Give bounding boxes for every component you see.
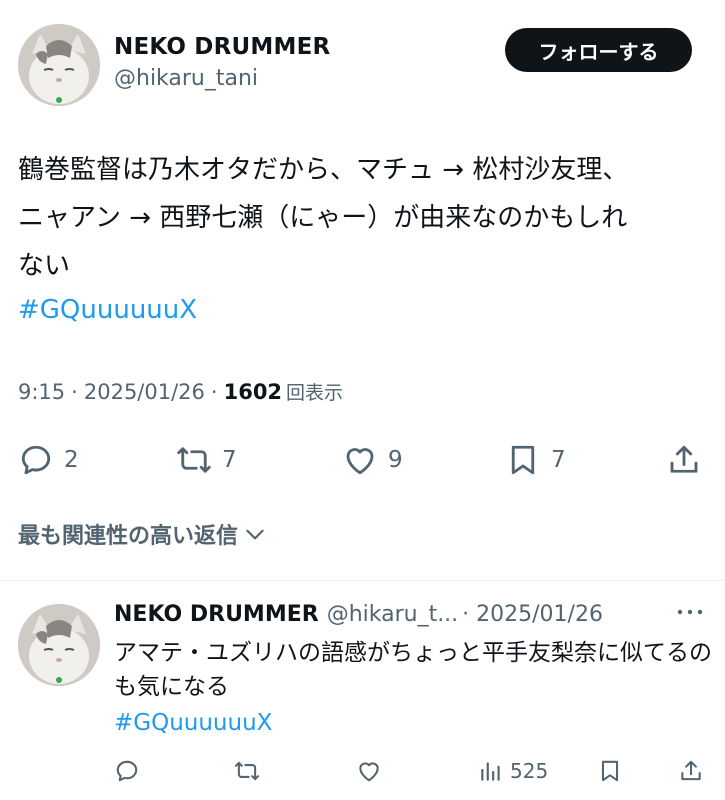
like-button[interactable] [356, 758, 382, 784]
heart-icon [346, 448, 374, 475]
share-icon [670, 445, 698, 473]
bookmark-count: 7 [551, 447, 566, 473]
reply-actions: 525 [0, 756, 725, 788]
repost-icon [234, 761, 260, 781]
repost-count: 7 [222, 447, 237, 473]
avatar[interactable] [18, 604, 100, 686]
avatar[interactable] [18, 24, 100, 106]
reply-icon [21, 445, 51, 475]
repost-button[interactable] [234, 758, 260, 784]
views-button[interactable]: 525 [478, 758, 548, 784]
repost-button[interactable]: 7 [176, 442, 237, 478]
view-count: 1602 [223, 380, 283, 404]
like-button[interactable]: 9 [342, 442, 403, 478]
more-icon [677, 609, 703, 615]
reply-author-name[interactable]: NEKO DRUMMER [114, 602, 319, 627]
hashtag-link[interactable]: #GQuuuuuuX [114, 706, 272, 740]
tweet-meta: 9:15 · 2025/01/26 · 1602 回表示 [18, 378, 343, 405]
reply-count: 2 [64, 447, 79, 473]
bookmark-icon [601, 760, 619, 782]
share-button[interactable] [678, 758, 704, 784]
author-name[interactable]: NEKO DRUMMER [114, 34, 330, 60]
reply-sort-dropdown[interactable]: 最も関連性の高い返信 [18, 518, 268, 550]
hashtag-link[interactable]: #GQuuuuuuX [18, 286, 197, 334]
meta-separator: · [71, 380, 78, 404]
analytics-icon [481, 762, 500, 781]
author-handle[interactable]: @hikaru_tani [114, 66, 258, 91]
share-button[interactable] [666, 442, 702, 478]
meta-separator: · [210, 380, 218, 404]
like-count: 9 [388, 447, 403, 473]
bookmark-button[interactable]: 7 [505, 442, 566, 478]
reply-button[interactable] [114, 758, 140, 784]
tweet-date[interactable]: 2025/01/26 [84, 380, 205, 404]
tweet-text: 鶴巻監督は乃木オタだから、マチュ → 松村沙友理、 ニャアン → 西野七瀬（にゃ… [18, 155, 629, 281]
view-count: 525 [510, 759, 549, 783]
heart-icon [359, 762, 379, 782]
divider [0, 580, 725, 581]
tweet-actions: 2 7 9 7 [0, 438, 725, 482]
reply-sort-label: 最も関連性の高い返信 [18, 524, 239, 549]
chevron-down-icon [246, 529, 264, 540]
view-label: 回表示 [286, 382, 344, 404]
repost-icon [177, 447, 211, 473]
bookmark-button[interactable] [597, 758, 623, 784]
reply-button[interactable]: 2 [18, 442, 79, 478]
reply-date[interactable]: · 2025/01/26 [462, 602, 603, 627]
reply-author-handle[interactable]: @hikaru_t... [327, 602, 458, 627]
reply-icon [116, 760, 138, 782]
bookmark-icon [511, 445, 535, 475]
reply-text: アマテ・ユズリハの語感がちょっと平手友梨奈に似てるのも気になる [114, 640, 712, 700]
reply-header: NEKO DRUMMER @hikaru_t... · 2025/01/26 [114, 602, 603, 627]
tweet-time[interactable]: 9:15 [18, 380, 65, 404]
share-icon [681, 760, 701, 781]
more-options-button[interactable] [672, 600, 708, 624]
follow-button[interactable]: フォローする [505, 28, 692, 72]
